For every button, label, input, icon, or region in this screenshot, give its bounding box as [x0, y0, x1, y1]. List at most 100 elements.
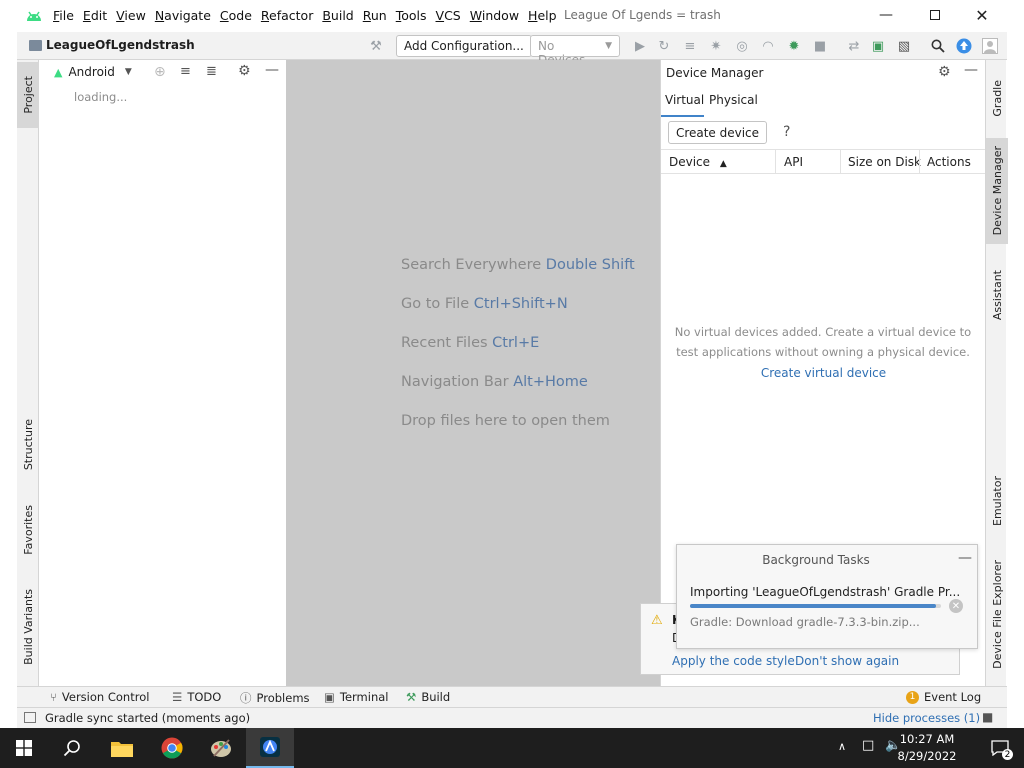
apply-code-style-link[interactable]: Apply the code style — [672, 654, 795, 668]
close-button[interactable]: ✕ — [959, 0, 1005, 30]
menu-code[interactable]: Code — [220, 8, 252, 23]
terminal-icon: ▣ — [324, 690, 335, 704]
menu-help[interactable]: Help — [528, 8, 557, 23]
tab-event-log-label: Event Log — [924, 690, 982, 704]
column-api[interactable]: API — [784, 155, 803, 169]
avd-manager-icon[interactable]: ▣ — [869, 37, 887, 55]
stop-icon[interactable]: ■ — [811, 37, 829, 55]
locate-icon[interactable]: ⊕ — [154, 64, 166, 80]
update-icon[interactable] — [955, 37, 973, 55]
minimize-icon: — — [879, 7, 893, 23]
tab-event-log[interactable]: 1 Event Log — [906, 690, 981, 704]
search-button[interactable] — [48, 728, 96, 768]
windows-taskbar: ∧ □ 🔈 10:27 AM 8/29/2022 2 — [0, 728, 1024, 768]
apply-changes-icon[interactable]: ↻ — [655, 37, 673, 55]
run-icon[interactable]: ▶ — [631, 37, 649, 55]
menu-file[interactable]: File — [53, 8, 74, 23]
column-size-on-disk[interactable]: Size on Disk — [848, 155, 921, 169]
sync-gradle-icon[interactable]: ⇄ — [845, 37, 863, 55]
menu-navigate[interactable]: Navigate — [155, 8, 211, 23]
project-breadcrumb[interactable]: LeagueOfLgendstrash — [46, 38, 195, 52]
menu-run[interactable]: Run — [363, 8, 387, 23]
hint-go-to-file: Go to File Ctrl+Shift+N — [401, 296, 568, 312]
tab-terminal[interactable]: ▣ Terminal — [324, 690, 388, 704]
expand-all-icon[interactable]: ≡ — [180, 64, 191, 79]
collapse-icon[interactable]: — — [958, 550, 972, 566]
tab-build-variants[interactable]: Build Variants — [17, 582, 39, 672]
tab-gradle[interactable]: Gradle — [986, 68, 1008, 128]
status-bar: Gradle sync started (moments ago) Hide p… — [17, 707, 1007, 728]
help-icon[interactable]: ? — [783, 124, 790, 140]
clock-time[interactable]: 10:27 AM — [892, 732, 962, 746]
sdk-manager-icon[interactable]: ▧ — [895, 37, 913, 55]
gear-icon[interactable]: ⚙ — [938, 64, 951, 80]
menu-view[interactable]: View — [116, 8, 146, 23]
tab-emulator[interactable]: Emulator — [986, 468, 1008, 534]
hint-key: Ctrl+E — [492, 335, 540, 351]
collapse-all-icon[interactable]: ≣ — [206, 64, 217, 79]
menu-edit[interactable]: Edit — [83, 8, 107, 23]
chrome-icon — [161, 737, 183, 759]
tab-version-control[interactable]: ⑂ Version Control — [50, 690, 149, 704]
tab-problems[interactable]: ⓘ Problems — [240, 690, 310, 706]
chrome-app[interactable] — [148, 728, 196, 768]
chevron-up-icon[interactable]: ∧ — [838, 740, 846, 753]
dont-show-again-link[interactable]: Don't show again — [795, 654, 899, 668]
tab-structure-label: Structure — [21, 419, 35, 471]
network-icon[interactable]: □ — [862, 738, 874, 753]
create-virtual-device-link[interactable]: Create virtual device — [661, 366, 986, 380]
hammer-icon[interactable]: ⚒ — [367, 37, 385, 55]
hide-processes-link[interactable]: Hide processes (1) — [873, 711, 980, 725]
hide-icon[interactable]: — — [964, 62, 978, 78]
create-device-button[interactable]: Create device — [668, 121, 767, 144]
right-tool-stripe: Gradle Device Manager Assistant Emulator… — [985, 60, 1008, 686]
menu-tools[interactable]: Tools — [396, 8, 427, 23]
tab-project[interactable]: Project — [17, 62, 39, 128]
tab-assistant[interactable]: Assistant — [986, 260, 1008, 330]
tab-device-file-explorer-label: Device File Explorer — [990, 559, 1004, 669]
menu-refactor[interactable]: Refactor — [261, 8, 313, 23]
tab-assistant-label: Assistant — [990, 269, 1004, 321]
add-configuration-button[interactable]: Add Configuration... — [396, 35, 532, 57]
profile-icon[interactable]: ◎ — [733, 37, 751, 55]
hint-text: Drop files here to open them — [401, 413, 610, 429]
tab-physical[interactable]: Physical — [709, 93, 758, 107]
cancel-task-icon[interactable]: ✕ — [949, 599, 963, 613]
clock-date[interactable]: 8/29/2022 — [892, 749, 962, 763]
column-actions[interactable]: Actions — [927, 155, 971, 169]
notifications-icon[interactable]: ■ — [982, 710, 993, 724]
paint-app[interactable] — [197, 728, 245, 768]
menu-build[interactable]: Build — [322, 8, 353, 23]
minimize-button[interactable]: — — [863, 0, 909, 30]
device-selector[interactable]: No Devices ▼ — [530, 35, 620, 67]
debug-icon[interactable]: ✷ — [707, 37, 725, 55]
device-selector-label: No Devices — [538, 39, 585, 67]
account-icon[interactable] — [981, 37, 999, 55]
tab-todo-label: TODO — [187, 690, 222, 704]
file-explorer-app[interactable] — [98, 728, 146, 768]
search-icon[interactable] — [929, 37, 947, 55]
profiler-icon[interactable]: ◠ — [759, 37, 777, 55]
menu-window[interactable]: Window — [470, 8, 519, 23]
tab-todo[interactable]: ☰ TODO — [172, 690, 221, 704]
title-bar: File Edit View Navigate Code Refactor Bu… — [17, 0, 1007, 32]
window-toggle-icon[interactable] — [24, 712, 36, 723]
action-center-button[interactable]: 2 — [976, 728, 1024, 768]
tab-favorites[interactable]: Favorites — [17, 495, 39, 565]
chevron-down-icon: ▼ — [124, 67, 132, 77]
maximize-button[interactable] — [912, 0, 958, 30]
apply-code-changes-icon[interactable]: ≡ — [681, 37, 699, 55]
project-view-selector[interactable]: ▲ Android ▼ — [54, 65, 132, 79]
tab-device-file-explorer[interactable]: Device File Explorer — [986, 554, 1008, 674]
attach-debugger-icon[interactable]: ✹ — [785, 37, 803, 55]
android-studio-app[interactable] — [246, 728, 294, 768]
hide-icon[interactable]: — — [265, 62, 279, 78]
tab-virtual[interactable]: Virtual — [665, 93, 704, 107]
menu-vcs[interactable]: VCS — [436, 8, 461, 23]
gear-icon[interactable]: ⚙ — [238, 63, 251, 79]
tab-build[interactable]: ⚒ Build — [406, 690, 450, 704]
column-device[interactable]: Device ▲ — [669, 155, 727, 169]
start-button[interactable] — [0, 728, 48, 768]
tab-structure[interactable]: Structure — [17, 410, 39, 480]
tab-device-manager[interactable]: Device Manager — [986, 138, 1008, 244]
